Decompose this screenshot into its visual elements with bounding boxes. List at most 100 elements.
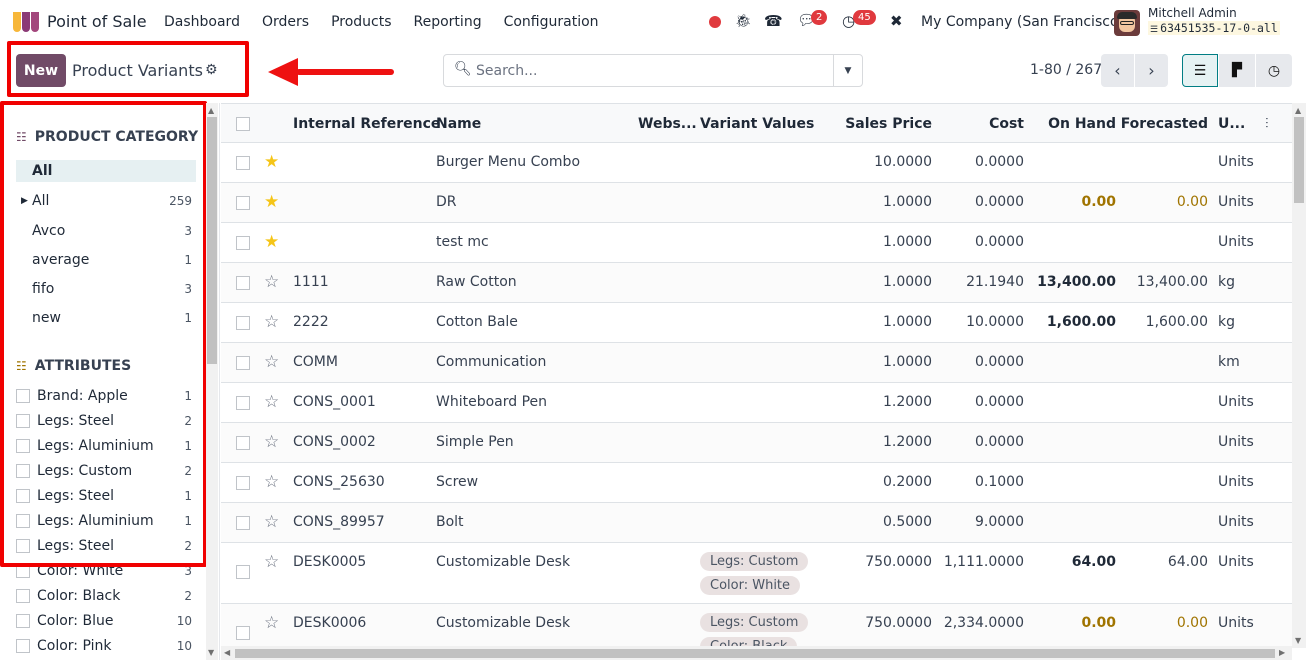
- table-row[interactable]: ☆ 2222 Cotton Bale 1.0000 10.0000 1,600.00 1,6…: [221, 303, 1292, 343]
- cell-uom: Units: [1218, 554, 1254, 570]
- row-checkbox[interactable]: [236, 356, 250, 370]
- favorite-star-filled-icon[interactable]: ★: [264, 234, 279, 251]
- row-checkbox[interactable]: [236, 276, 250, 290]
- cell-sales-price: 0.2000: [883, 474, 932, 490]
- row-checkbox[interactable]: [236, 156, 250, 170]
- menu-orders[interactable]: Orders: [262, 14, 309, 30]
- attribute-filter-item[interactable]: Color: Black 2: [16, 585, 196, 607]
- favorite-star-empty-icon[interactable]: ☆: [264, 514, 279, 531]
- point-of-sale-logo-icon[interactable]: [13, 12, 39, 32]
- list-hscrollbar-thumb[interactable]: [235, 649, 1275, 658]
- column-forecasted[interactable]: Forecasted: [1108, 116, 1208, 132]
- column-variant-values[interactable]: Variant Values: [700, 116, 814, 132]
- cell-uom: Units: [1218, 514, 1254, 530]
- favorite-star-empty-icon[interactable]: ☆: [264, 274, 279, 291]
- favorite-star-empty-icon[interactable]: ☆: [264, 434, 279, 451]
- row-checkbox[interactable]: [236, 436, 250, 450]
- record-dot-icon[interactable]: [709, 16, 721, 28]
- bug-icon[interactable]: 🐞︎: [735, 14, 752, 29]
- row-checkbox[interactable]: [236, 316, 250, 330]
- list-view-button[interactable]: ☰: [1182, 54, 1218, 87]
- cell-name: Communication: [436, 354, 547, 370]
- app-name[interactable]: Point of Sale: [47, 12, 147, 31]
- row-checkbox[interactable]: [236, 565, 250, 579]
- attribute-filter-item[interactable]: Color: Blue 10: [16, 610, 196, 632]
- pager-value[interactable]: 1-80 / 267: [1030, 62, 1102, 78]
- row-checkbox[interactable]: [236, 476, 250, 490]
- user-avatar[interactable]: [1114, 10, 1140, 36]
- row-checkbox[interactable]: [236, 236, 250, 250]
- favorite-star-empty-icon[interactable]: ☆: [264, 394, 279, 411]
- column-uom[interactable]: U...: [1218, 116, 1245, 132]
- column-on-hand[interactable]: On Hand: [1016, 116, 1116, 132]
- cell-sales-price: 750.0000: [865, 615, 932, 631]
- pager-previous-button[interactable]: ‹: [1101, 54, 1134, 87]
- search-input[interactable]: [476, 61, 836, 81]
- column-website[interactable]: Webs...: [638, 116, 697, 132]
- kanban-view-button[interactable]: ▛: [1219, 54, 1255, 87]
- activity-view-button[interactable]: ◷: [1256, 54, 1292, 87]
- gear-icon[interactable]: ⚙: [205, 62, 218, 78]
- table-row[interactable]: ★ Burger Menu Combo 10.0000 0.0000 Units: [221, 143, 1292, 183]
- table-row[interactable]: ☆ COMM Communication 1.0000 0.0000 km: [221, 343, 1292, 383]
- favorite-star-filled-icon[interactable]: ★: [264, 194, 279, 211]
- select-all-checkbox[interactable]: [236, 117, 250, 131]
- column-internal-reference[interactable]: Internal Reference: [293, 116, 440, 132]
- table-row[interactable]: ★ test mc 1.0000 0.0000 Units: [221, 223, 1292, 263]
- table-row[interactable]: ☆ DESK0006 Customizable Desk 750.0000 2,334.…: [221, 604, 1292, 648]
- phone-icon[interactable]: ☎: [764, 12, 783, 30]
- scroll-up-icon[interactable]: ▲: [1295, 106, 1301, 115]
- cell-name: Cotton Bale: [436, 314, 518, 330]
- menu-configuration[interactable]: Configuration: [504, 14, 599, 30]
- attribute-checkbox[interactable]: [16, 639, 30, 653]
- table-row[interactable]: ☆ DESK0005 Customizable Desk 750.0000 1,111.…: [221, 543, 1292, 604]
- row-checkbox[interactable]: [236, 626, 250, 640]
- favorite-star-empty-icon[interactable]: ☆: [264, 474, 279, 491]
- optional-columns-icon[interactable]: ⫶: [1265, 116, 1269, 132]
- row-checkbox[interactable]: [236, 396, 250, 410]
- column-name[interactable]: Name: [436, 116, 481, 132]
- table-row[interactable]: ☆ CONS_89957 Bolt 0.5000 9.0000 Units: [221, 503, 1292, 543]
- menu-products[interactable]: Products: [331, 14, 391, 30]
- row-checkbox[interactable]: [236, 196, 250, 210]
- list-icon: ☰: [1193, 62, 1207, 79]
- scroll-down-icon[interactable]: ▼: [208, 648, 214, 657]
- favorite-star-empty-icon[interactable]: ☆: [264, 354, 279, 371]
- favorite-star-empty-icon[interactable]: ☆: [264, 314, 279, 331]
- column-sales-price[interactable]: Sales Price: [832, 116, 932, 132]
- column-cost[interactable]: Cost: [924, 116, 1024, 132]
- attribute-filter-item[interactable]: Color: Pink 10: [16, 635, 196, 657]
- table-row[interactable]: ☆ 1111 Raw Cotton 1.0000 21.1940 13,400.00 13,…: [221, 263, 1292, 303]
- menu-dashboard[interactable]: Dashboard: [164, 14, 240, 30]
- sidebar-scrollbar[interactable]: ▲ ▼: [206, 103, 218, 660]
- list-vertical-scrollbar[interactable]: ▲ ▼: [1292, 103, 1306, 648]
- new-button[interactable]: New: [16, 54, 66, 87]
- attribute-checkbox[interactable]: [16, 589, 30, 603]
- scroll-up-icon[interactable]: ▲: [208, 106, 214, 115]
- table-row[interactable]: ☆ CONS_0002 Simple Pen 1.2000 0.0000 Units: [221, 423, 1292, 463]
- cell-sales-price: 1.2000: [883, 394, 932, 410]
- table-row[interactable]: ★ DR 1.0000 0.0000 0.00 0.00 Units: [221, 183, 1292, 223]
- cell-sales-price: 1.0000: [883, 234, 932, 250]
- user-name[interactable]: Mitchell Admin: [1148, 6, 1237, 20]
- table-row[interactable]: ☆ CONS_0001 Whiteboard Pen 1.2000 0.0000 Unit…: [221, 383, 1292, 423]
- favorite-star-empty-icon[interactable]: ☆: [264, 615, 279, 632]
- scroll-right-icon[interactable]: ▶: [1279, 648, 1285, 657]
- favorite-star-empty-icon[interactable]: ☆: [264, 554, 279, 571]
- cell-cost: 0.0000: [975, 394, 1024, 410]
- company-switcher[interactable]: My Company (San Francisco): [921, 14, 1124, 30]
- list-horizontal-scrollbar[interactable]: ◀ ▶: [221, 646, 1292, 660]
- search-options-toggle[interactable]: ▼: [833, 55, 862, 86]
- table-row[interactable]: ☆ CONS_25630 Screw 0.2000 0.1000 Units: [221, 463, 1292, 503]
- row-checkbox[interactable]: [236, 516, 250, 530]
- tools-icon[interactable]: ✖: [890, 12, 903, 30]
- sidebar-scrollbar-thumb[interactable]: [207, 117, 217, 364]
- menu-reporting[interactable]: Reporting: [414, 14, 482, 30]
- list-scrollbar-thumb[interactable]: [1294, 117, 1304, 203]
- scroll-down-icon[interactable]: ▼: [1295, 636, 1301, 645]
- scroll-left-icon[interactable]: ◀: [224, 648, 230, 657]
- cell-on-hand: 0.00: [1081, 615, 1116, 631]
- pager-next-button[interactable]: ›: [1135, 54, 1168, 87]
- attribute-checkbox[interactable]: [16, 614, 30, 628]
- favorite-star-filled-icon[interactable]: ★: [264, 154, 279, 171]
